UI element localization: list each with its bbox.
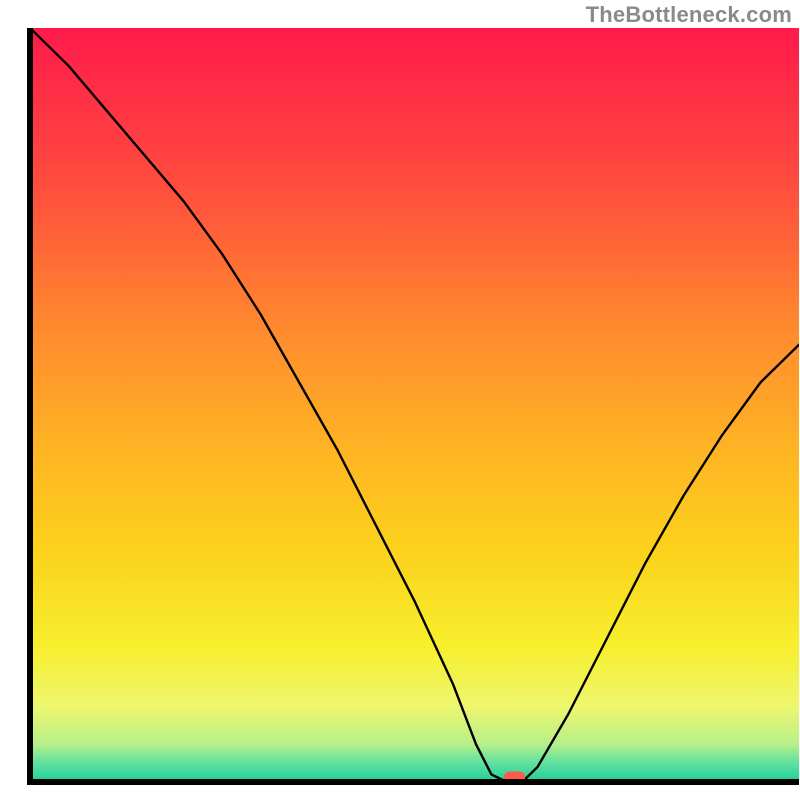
watermark-text: TheBottleneck.com	[586, 2, 792, 28]
bottleneck-chart	[0, 0, 800, 800]
plot-area	[27, 28, 799, 785]
gradient-background	[30, 28, 799, 782]
chart-container: TheBottleneck.com	[0, 0, 800, 800]
